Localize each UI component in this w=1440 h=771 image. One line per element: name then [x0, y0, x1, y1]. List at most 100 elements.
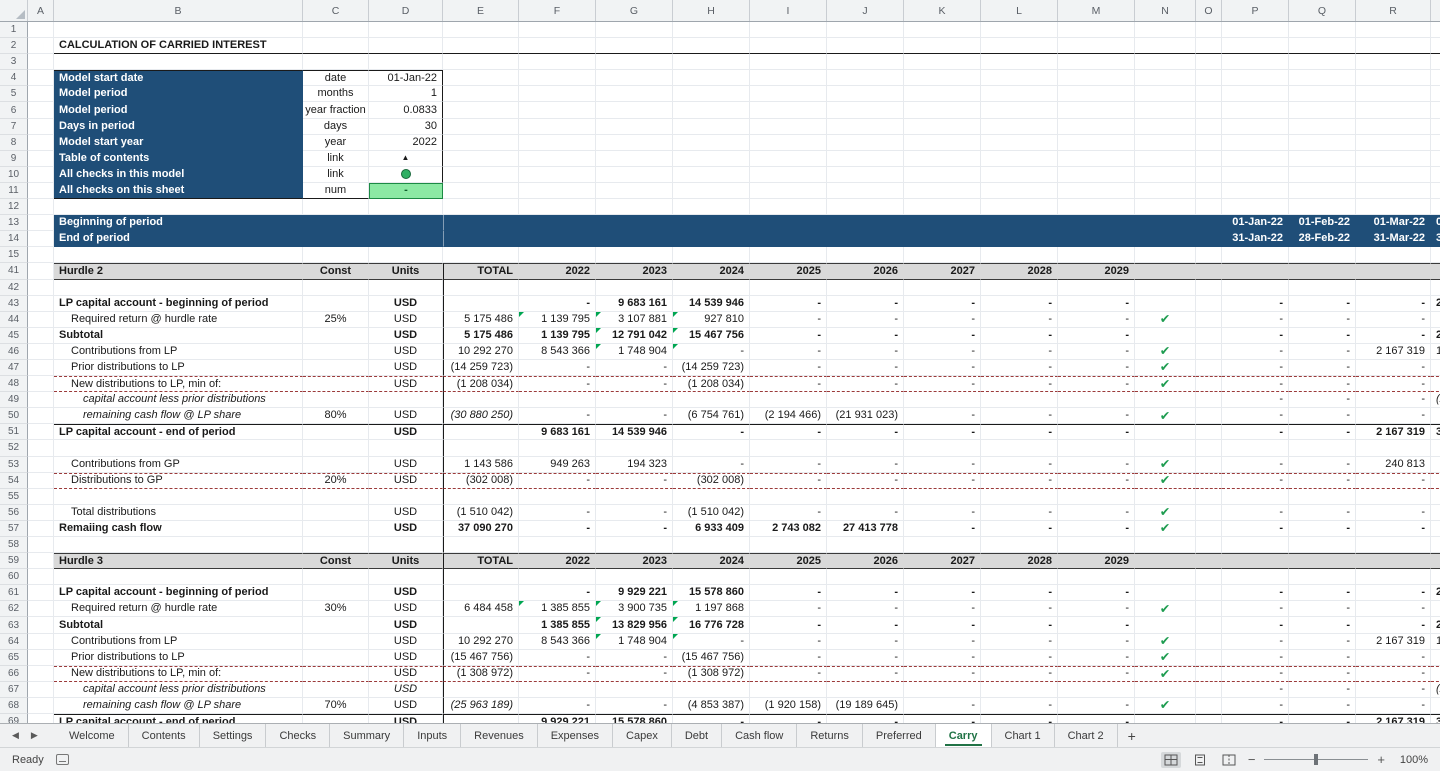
- cell-O58[interactable]: [1196, 537, 1222, 553]
- cell-Q2[interactable]: [1289, 38, 1356, 54]
- cell-J5[interactable]: [827, 86, 904, 102]
- cell-D46[interactable]: USD: [369, 344, 443, 360]
- cell-O56[interactable]: [1196, 505, 1222, 521]
- sheet-nav-right-icon[interactable]: ▶: [31, 730, 38, 741]
- cell-E46[interactable]: 10 292 270: [443, 344, 519, 360]
- cell-Q53[interactable]: -: [1289, 457, 1356, 473]
- cell-L53[interactable]: -: [981, 457, 1058, 473]
- cell-G60[interactable]: [596, 569, 673, 585]
- cell-P13[interactable]: 01-Jan-22: [1222, 215, 1289, 231]
- cell-A6[interactable]: [28, 102, 54, 118]
- cell-L55[interactable]: [981, 489, 1058, 505]
- cell-C3[interactable]: [303, 54, 369, 70]
- row-header-46[interactable]: 46: [0, 344, 28, 360]
- cell-J8[interactable]: [827, 135, 904, 151]
- cell-F2[interactable]: [519, 38, 596, 54]
- cell-C64[interactable]: [303, 634, 369, 650]
- cell-C44[interactable]: 25%: [303, 312, 369, 328]
- cell-R42[interactable]: [1356, 280, 1431, 296]
- cell-A5[interactable]: [28, 86, 54, 102]
- cell-C14[interactable]: [303, 231, 369, 247]
- cell-F8[interactable]: [519, 135, 596, 151]
- row-header-10[interactable]: 10: [0, 167, 28, 183]
- page-layout-view-button[interactable]: [1190, 752, 1210, 768]
- cell-E9[interactable]: [443, 151, 519, 167]
- cell-R8[interactable]: [1356, 135, 1431, 151]
- cell-R55[interactable]: [1356, 489, 1431, 505]
- cell-C58[interactable]: [303, 537, 369, 553]
- cell-Q10[interactable]: [1289, 167, 1356, 183]
- cell-K3[interactable]: [904, 54, 981, 70]
- cell-F69[interactable]: 9 929 221: [519, 714, 596, 723]
- column-header-O[interactable]: O: [1196, 0, 1222, 21]
- cell-N14[interactable]: [1135, 231, 1196, 247]
- cell-L68[interactable]: -: [981, 698, 1058, 714]
- cell-P57[interactable]: -: [1222, 521, 1289, 537]
- cell-A50[interactable]: [28, 408, 54, 424]
- cell-D15[interactable]: [369, 247, 443, 263]
- cell-M44[interactable]: -: [1058, 312, 1135, 328]
- cell-D1[interactable]: [369, 22, 443, 38]
- cell-A4[interactable]: [28, 70, 54, 86]
- cell-M12[interactable]: [1058, 199, 1135, 215]
- cell-L63[interactable]: -: [981, 617, 1058, 633]
- cell-D9[interactable]: ▲: [369, 151, 443, 167]
- cell-C9[interactable]: link: [303, 151, 369, 167]
- cell-B15[interactable]: [54, 247, 303, 263]
- cell-P64[interactable]: -: [1222, 634, 1289, 650]
- cell-R47[interactable]: -: [1356, 360, 1431, 376]
- cell-H44[interactable]: 927 810: [673, 312, 750, 328]
- cell-S57[interactable]: [1431, 521, 1440, 537]
- cell-D48[interactable]: USD: [369, 376, 443, 392]
- cell-B55[interactable]: [54, 489, 303, 505]
- cell-J57[interactable]: 27 413 778: [827, 521, 904, 537]
- cell-H10[interactable]: [673, 167, 750, 183]
- cell-G12[interactable]: [596, 199, 673, 215]
- cell-D58[interactable]: [369, 537, 443, 553]
- cell-L41[interactable]: 2028: [981, 263, 1058, 279]
- cell-G51[interactable]: 14 539 946: [596, 424, 673, 440]
- cell-P51[interactable]: -: [1222, 424, 1289, 440]
- cell-F67[interactable]: [519, 682, 596, 698]
- cell-H69[interactable]: -: [673, 714, 750, 723]
- cell-S58[interactable]: [1431, 537, 1440, 553]
- row-header-47[interactable]: 47: [0, 360, 28, 376]
- cell-O47[interactable]: [1196, 360, 1222, 376]
- cell-N55[interactable]: [1135, 489, 1196, 505]
- cell-I15[interactable]: [750, 247, 827, 263]
- cell-G50[interactable]: -: [596, 408, 673, 424]
- cell-M55[interactable]: [1058, 489, 1135, 505]
- row-header-51[interactable]: 51: [0, 424, 28, 440]
- cell-H42[interactable]: [673, 280, 750, 296]
- cell-A47[interactable]: [28, 360, 54, 376]
- cell-J52[interactable]: [827, 440, 904, 456]
- cell-L11[interactable]: [981, 183, 1058, 199]
- cell-Q6[interactable]: [1289, 102, 1356, 118]
- row-header-50[interactable]: 50: [0, 408, 28, 424]
- cell-Q54[interactable]: -: [1289, 473, 1356, 489]
- cell-A1[interactable]: [28, 22, 54, 38]
- cell-Q5[interactable]: [1289, 86, 1356, 102]
- sheet-tab-chart-2[interactable]: Chart 2: [1055, 724, 1118, 747]
- cell-I59[interactable]: 2025: [750, 553, 827, 569]
- cell-E12[interactable]: [443, 199, 519, 215]
- cell-G47[interactable]: -: [596, 360, 673, 376]
- cell-O63[interactable]: [1196, 617, 1222, 633]
- cell-L15[interactable]: [981, 247, 1058, 263]
- cell-I5[interactable]: [750, 86, 827, 102]
- cell-I51[interactable]: -: [750, 424, 827, 440]
- cell-N68[interactable]: ✔: [1135, 698, 1196, 714]
- cell-I7[interactable]: [750, 119, 827, 135]
- cell-E4[interactable]: [443, 70, 519, 86]
- cell-J55[interactable]: [827, 489, 904, 505]
- cell-F41[interactable]: 2022: [519, 263, 596, 279]
- cell-C1[interactable]: [303, 22, 369, 38]
- cell-Q57[interactable]: -: [1289, 521, 1356, 537]
- cell-R58[interactable]: [1356, 537, 1431, 553]
- cell-C5[interactable]: months: [303, 86, 369, 102]
- cell-D50[interactable]: USD: [369, 408, 443, 424]
- cell-J67[interactable]: [827, 682, 904, 698]
- cell-R2[interactable]: [1356, 38, 1431, 54]
- cell-M3[interactable]: [1058, 54, 1135, 70]
- cell-C59[interactable]: Const: [303, 553, 369, 569]
